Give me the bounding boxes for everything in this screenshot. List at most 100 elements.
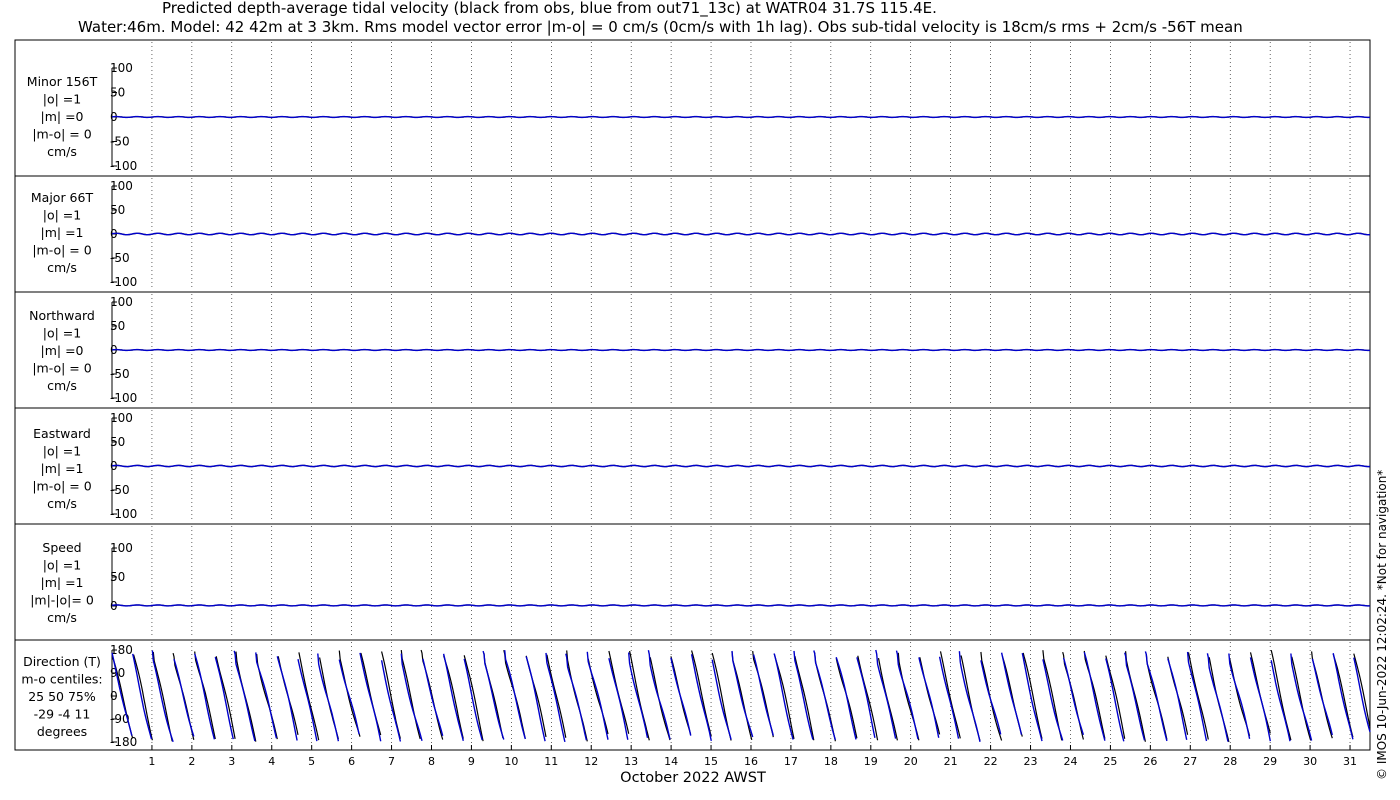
y-tick-label: -100 bbox=[110, 159, 137, 173]
x-tick-label: 14 bbox=[664, 755, 678, 768]
x-tick-label: 30 bbox=[1303, 755, 1317, 768]
panel-label-line: Direction (T) bbox=[23, 654, 101, 669]
y-tick-label: 100 bbox=[110, 541, 133, 555]
panel-label-line: |m-o| = 0 bbox=[32, 243, 91, 258]
panel-label-line: cm/s bbox=[47, 378, 77, 393]
figure-title-line-1: Predicted depth-average tidal velocity (… bbox=[162, 0, 937, 18]
panel-label-line: Minor 156T bbox=[27, 74, 98, 89]
x-tick-label: 25 bbox=[1103, 755, 1117, 768]
x-tick-label: 4 bbox=[268, 755, 275, 768]
panel-label-line: |m-o| = 0 bbox=[32, 361, 91, 376]
figure-title-line-2: Water:46m. Model: 42 42m at 3 3km. Rms m… bbox=[78, 18, 1243, 36]
x-axis-label: October 2022 AWST bbox=[620, 770, 766, 786]
panel-label-line: cm/s bbox=[47, 260, 77, 275]
y-tick-label: 180 bbox=[110, 643, 133, 657]
x-tick-label: 19 bbox=[864, 755, 878, 768]
y-tick-label: -180 bbox=[110, 735, 137, 749]
x-tick-label: 3 bbox=[228, 755, 235, 768]
y-tick-label: 50 bbox=[110, 86, 125, 100]
model-series-northward bbox=[111, 348, 1371, 352]
panel-label-line: |m| =1 bbox=[41, 575, 84, 590]
model-series-major bbox=[111, 232, 1371, 236]
figure-frame bbox=[14, 39, 1371, 751]
panel-direction: 180900-90-180Direction (T)m-o centiles:2… bbox=[15, 642, 1371, 751]
x-tick-label: 31 bbox=[1343, 755, 1357, 768]
panel-label-line: |m-o| = 0 bbox=[32, 479, 91, 494]
panel-label-line: |m|-|o|= 0 bbox=[30, 593, 94, 608]
panels: 100 50 0 -50 -100 Minor 156T |o| =1 |m| =0 |m-o|… bbox=[14, 39, 1371, 751]
y-tick-label: 50 bbox=[110, 319, 125, 333]
y-tick-label: 50 bbox=[110, 570, 125, 584]
x-tick-label: 17 bbox=[784, 755, 798, 768]
y-tick-label: 100 bbox=[110, 295, 133, 309]
x-tick-label: 10 bbox=[504, 755, 518, 768]
x-tick-label: 20 bbox=[904, 755, 918, 768]
model-series-eastward bbox=[111, 464, 1370, 468]
y-tick-label: -100 bbox=[110, 275, 137, 289]
x-tick-label: 28 bbox=[1223, 755, 1237, 768]
panel-label-line: degrees bbox=[37, 724, 87, 739]
x-tick-label: 5 bbox=[308, 755, 315, 768]
y-tick-label: -100 bbox=[110, 391, 137, 405]
y-tick-label: 50 bbox=[110, 203, 125, 217]
y-tick-label: -50 bbox=[110, 135, 130, 149]
panel-label-line: |m-o| = 0 bbox=[32, 127, 91, 142]
panel-label-line: |m| =0 bbox=[41, 343, 84, 358]
x-tick-label: 23 bbox=[1024, 755, 1038, 768]
x-tick-label: 26 bbox=[1143, 755, 1157, 768]
panel-label-line: Speed bbox=[42, 540, 81, 555]
y-tick-label: 0 bbox=[110, 599, 118, 613]
panel-label-line: |m| =1 bbox=[41, 461, 84, 476]
panel-label-line: m-o centiles: bbox=[21, 672, 102, 687]
x-tick-label: 7 bbox=[388, 755, 395, 768]
panel-label-line: -29 -4 11 bbox=[34, 707, 91, 722]
panel-speed: 100 50 0 Speed |o| =1 |m| =1 |m|-|o|= 0 cm/s bbox=[15, 526, 1371, 641]
panel-label-line: cm/s bbox=[47, 496, 77, 511]
panel-label-line: |o| =1 bbox=[43, 326, 81, 341]
panel-label-line: |o| =1 bbox=[43, 558, 81, 573]
panel-label-line: cm/s bbox=[47, 610, 77, 625]
panel-label-line: |m| =0 bbox=[41, 109, 84, 124]
tidal-velocity-figure: Predicted depth-average tidal velocity (… bbox=[14, 0, 1389, 786]
x-tick-label: 15 bbox=[704, 755, 718, 768]
panel-label-line: Major 66T bbox=[31, 190, 94, 205]
y-tick-label: 100 bbox=[110, 411, 133, 425]
x-tick-label: 9 bbox=[468, 755, 475, 768]
y-tick-label: 0 bbox=[110, 689, 118, 703]
y-tick-label: -100 bbox=[110, 507, 137, 521]
x-tick-label: 27 bbox=[1183, 755, 1197, 768]
panel-label-line: 25 50 75% bbox=[28, 689, 96, 704]
x-tick-label: 6 bbox=[348, 755, 355, 768]
x-tick-label: 2 bbox=[188, 755, 195, 768]
panel-minor: 100500-50-100Minor 156T|o| =1|m| =0|m-o|… bbox=[15, 42, 1371, 177]
y-tick-label: -50 bbox=[110, 483, 130, 497]
x-tick-label: 22 bbox=[984, 755, 998, 768]
panel-label-line: cm/s bbox=[47, 144, 77, 159]
model-series-minor bbox=[111, 115, 1371, 119]
panel-eastward: 100500-50-100Eastward|o| =1|m| =1|m-o| =… bbox=[15, 410, 1370, 525]
y-tick-label: -50 bbox=[110, 251, 130, 265]
y-tick-label: -50 bbox=[110, 367, 130, 381]
x-tick-label: 16 bbox=[744, 755, 758, 768]
x-tick-label: 24 bbox=[1063, 755, 1077, 768]
panel-label-line: Northward bbox=[29, 308, 95, 323]
x-tick-label: 8 bbox=[428, 755, 435, 768]
y-tick-label: 100 bbox=[110, 61, 133, 75]
x-tick-label: 12 bbox=[584, 755, 598, 768]
x-axis: 1 2 3 4 5 6 7 8 9 10 11 12 13 14 15 16 17 18 19 20 21 22 23 24 2… bbox=[148, 745, 1357, 768]
panel-label-line: |o| =1 bbox=[43, 92, 81, 107]
x-tick-label: 13 bbox=[624, 755, 638, 768]
panel-northward: 100500-50-100Northward|o| =1|m| =0|m-o| … bbox=[15, 294, 1371, 409]
panel-label-line: |o| =1 bbox=[43, 208, 81, 223]
panel-major: 100500-50-100Major 66T|o| =1|m| =1|m-o| … bbox=[15, 178, 1371, 293]
x-tick-label: 18 bbox=[824, 755, 838, 768]
copyright-credit: © IMOS 10-Jun-2022 12:02:24. *Not for na… bbox=[1375, 470, 1389, 780]
x-tick-label: 11 bbox=[544, 755, 558, 768]
panel-label-line: |m| =1 bbox=[41, 225, 84, 240]
y-tick-label: 100 bbox=[110, 179, 133, 193]
model-series-speed bbox=[111, 604, 1371, 607]
x-tick-label: 21 bbox=[944, 755, 958, 768]
y-tick-label: 50 bbox=[110, 435, 125, 449]
panel-label-line: Eastward bbox=[33, 426, 91, 441]
panel-label-line: |o| =1 bbox=[43, 444, 81, 459]
